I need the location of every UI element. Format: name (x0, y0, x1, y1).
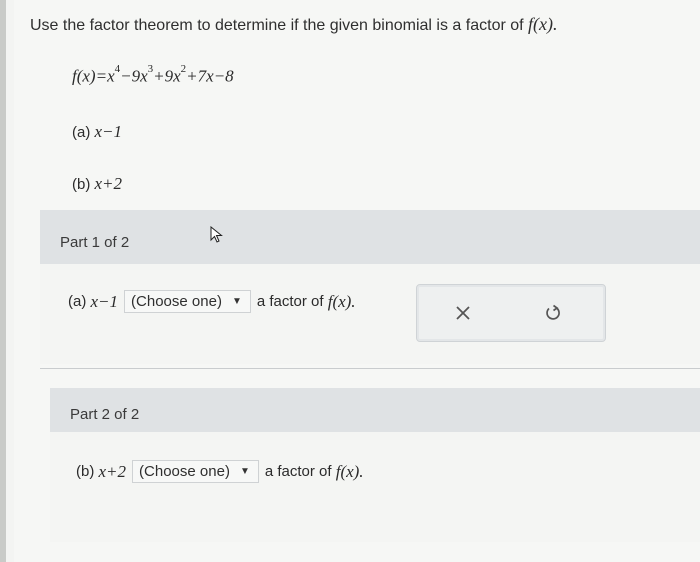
caret-down-icon: ▼ (239, 466, 250, 477)
part1-answer-row: (a) x−1 (Choose one) ▼ a factor of f(x). (68, 290, 356, 313)
function-definition: f(x)=x4−9x3+9x2+7x−8 (72, 63, 234, 87)
answer-action-panel (416, 284, 606, 342)
part2-select-value: (Choose one) (139, 463, 230, 480)
part1-suffix: a factor of (256, 293, 324, 310)
exponent-2: 2 (180, 63, 187, 75)
part1-header: Part 1 of 2 (40, 210, 700, 264)
item-b-label: (b) (72, 176, 91, 193)
undo-icon (546, 304, 560, 320)
part1-select-value: (Choose one) (131, 293, 222, 310)
question-fx: f(x). (528, 14, 558, 34)
function-lhs: f(x)=x (72, 66, 115, 86)
part1-choose-select[interactable]: (Choose one) ▼ (124, 290, 251, 313)
part2-answer-row: (b) x+2 (Choose one) ▼ a factor of f(x). (76, 460, 364, 483)
part2-label: (b) (76, 463, 95, 480)
part1-label: (a) (68, 293, 87, 310)
question-prompt: Use the factor theorem to determine if t… (30, 17, 524, 34)
part2-title: Part 2 of 2 (70, 406, 140, 423)
exponent-4: 4 (114, 63, 121, 75)
part2-choose-select[interactable]: (Choose one) ▼ (132, 460, 259, 483)
part2-header: Part 2 of 2 (50, 388, 700, 432)
part2-expr: x+2 (98, 461, 127, 481)
item-a: (a) x−1 (72, 122, 122, 142)
item-a-label: (a) (72, 124, 91, 141)
function-term-2: −9x (120, 66, 148, 86)
item-b-expr: x+2 (94, 174, 123, 193)
close-icon (456, 306, 470, 320)
part2-fx: f(x). (335, 461, 364, 481)
part1-fx: f(x). (327, 291, 356, 311)
page-frame: Use the factor theorem to determine if t… (6, 0, 700, 562)
part2-body (50, 432, 700, 542)
exponent-3: 3 (147, 63, 154, 75)
caret-down-icon: ▼ (231, 296, 242, 307)
part1-expr: x−1 (90, 291, 119, 311)
question-panel: Use the factor theorem to determine if t… (14, 0, 700, 562)
question-text: Use the factor theorem to determine if t… (30, 14, 558, 35)
item-b: (b) x+2 (72, 174, 122, 194)
part1-title: Part 1 of 2 (60, 234, 130, 251)
item-a-expr: x−1 (94, 122, 123, 141)
function-rest: +7x−8 (186, 66, 234, 86)
part2-suffix: a factor of (264, 463, 332, 480)
undo-button[interactable] (539, 299, 567, 327)
clear-button[interactable] (449, 299, 477, 327)
function-term-3: +9x (153, 66, 181, 86)
part-divider (40, 368, 700, 369)
